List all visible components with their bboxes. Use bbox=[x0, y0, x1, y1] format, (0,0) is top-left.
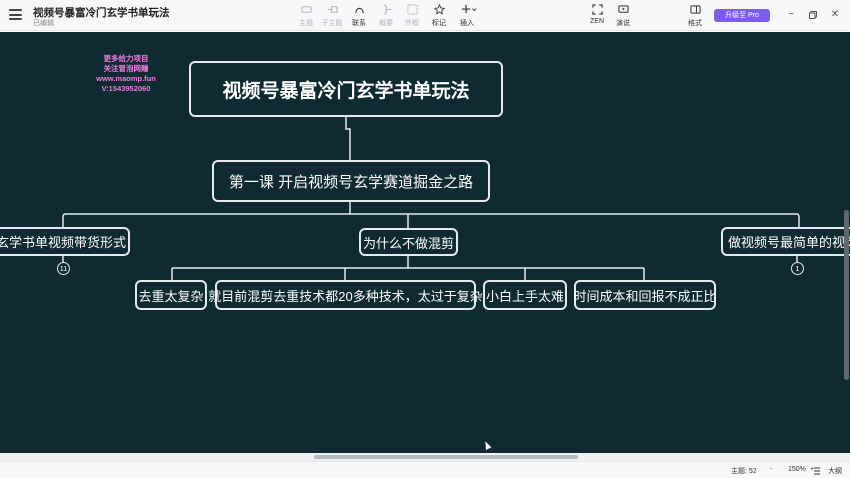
insert-button[interactable]: 插入 bbox=[452, 4, 482, 28]
format-panel-icon bbox=[689, 5, 701, 14]
upgrade-pro-button[interactable]: 升级至 Pro bbox=[714, 9, 770, 22]
promo-watermark: 更多给力项目 关注冒泡网赚 www.maomp.fun V:1543952060 bbox=[96, 54, 156, 93]
summary-icon bbox=[383, 4, 391, 15]
reason-cost-vs-return[interactable]: 时间成本和回报不成正比 bbox=[574, 280, 717, 310]
presentation-icon bbox=[617, 5, 629, 13]
zoom-level[interactable]: 150% bbox=[788, 466, 806, 473]
collapsed-count-badge[interactable]: 11 bbox=[57, 262, 70, 275]
branch-book-list-format[interactable]: 玄学书单视频带货形式 bbox=[0, 227, 130, 256]
collapsed-count-badge[interactable]: 1 bbox=[791, 262, 804, 275]
menu-icon[interactable] bbox=[9, 9, 22, 20]
subtopic-button[interactable]: 子主题 bbox=[317, 4, 347, 28]
marker-button[interactable]: 标记 bbox=[424, 4, 454, 28]
branch-why-no-remix[interactable]: 为什么不做混剪 bbox=[359, 228, 458, 256]
mindmap-canvas[interactable]: 更多给力项目 关注冒泡网赚 www.maomp.fun V:1543952060… bbox=[0, 32, 850, 453]
plus-icon bbox=[461, 4, 477, 14]
outline-icon[interactable] bbox=[813, 467, 821, 475]
vertical-scrollbar[interactable] bbox=[844, 210, 849, 380]
close-icon[interactable]: ✕ bbox=[829, 9, 841, 21]
zoom-out-icon[interactable]: − bbox=[769, 466, 773, 473]
horizontal-scrollbar[interactable] bbox=[314, 455, 578, 459]
star-icon bbox=[433, 4, 445, 15]
fullscreen-icon bbox=[591, 4, 603, 15]
outline-button[interactable]: 大纲 bbox=[828, 466, 842, 476]
format-button[interactable]: 格式 bbox=[680, 4, 710, 28]
main-topic[interactable]: 第一课 开启视频号玄学赛道掘金之路 bbox=[212, 160, 490, 202]
reason-too-many-techniques[interactable]: 就目前混剪去重技术都20多种技术，太过于复杂 bbox=[208, 280, 483, 310]
document-status: 已编辑 bbox=[33, 20, 54, 27]
minimize-icon[interactable]: − bbox=[785, 9, 797, 21]
reason-hard-for-beginners[interactable]: 小白上手太难 bbox=[483, 280, 567, 310]
top-toolbar: 视频号暴富冷门玄学书单玩法 已编辑 主题 子主题 联系 概要 外框 标记 插入 … bbox=[0, 0, 850, 31]
branch-simplest-video[interactable]: 做视频号最简单的视频 bbox=[721, 227, 850, 256]
present-button[interactable]: 演说 bbox=[608, 4, 638, 28]
topic-count: 主题: 52 bbox=[731, 468, 757, 475]
root-topic[interactable]: 视频号暴富冷门玄学书单玩法 bbox=[189, 61, 503, 117]
restore-icon[interactable] bbox=[807, 9, 819, 23]
status-bar: 主题: 52 − 150% + 大纲 bbox=[0, 461, 850, 478]
topic-icon bbox=[300, 6, 312, 13]
relationship-icon bbox=[354, 7, 364, 14]
reason-dedup-complex[interactable]: 去重太复杂 bbox=[135, 280, 207, 310]
relationship-button[interactable]: 联系 bbox=[344, 4, 374, 28]
boundary-button[interactable]: 外框 bbox=[397, 4, 427, 28]
boundary-icon bbox=[406, 4, 418, 15]
subtopic-icon bbox=[327, 6, 338, 13]
